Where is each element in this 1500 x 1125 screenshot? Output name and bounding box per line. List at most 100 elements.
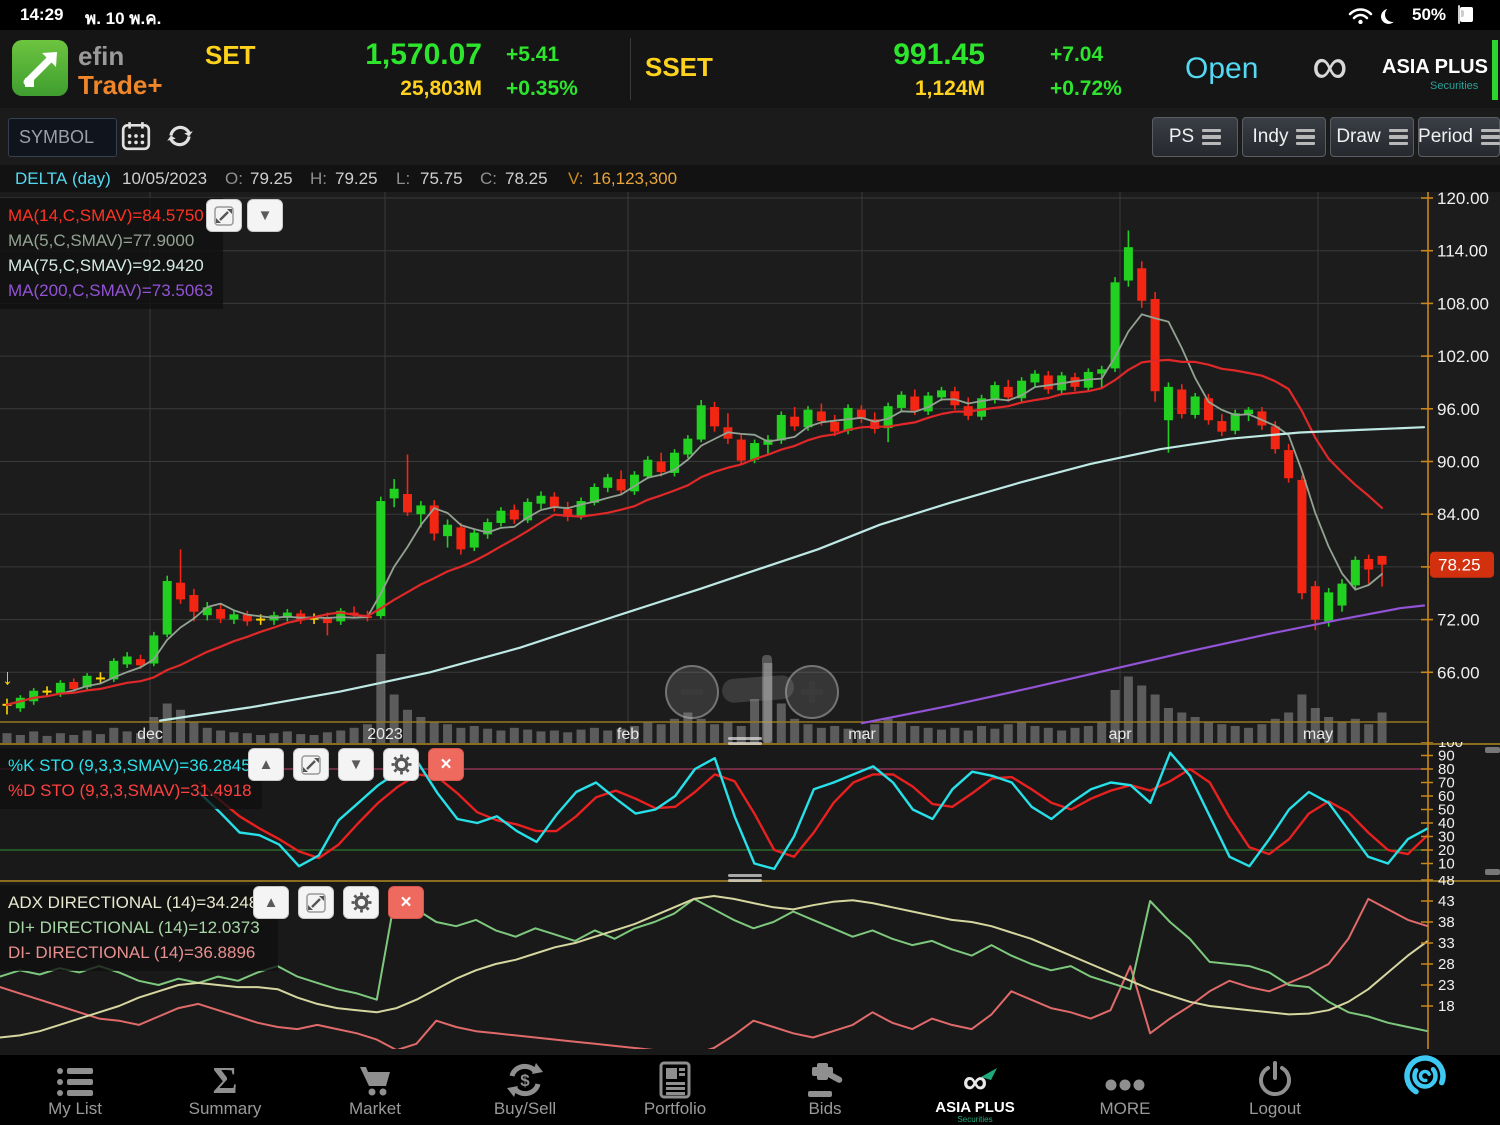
broker-name: ASIA PLUS: [1382, 56, 1488, 78]
nav-item-portfolio[interactable]: Portfolio: [600, 1055, 750, 1125]
sset-index-change: +7.04: [1050, 43, 1104, 66]
nav-item-logout[interactable]: Logout: [1200, 1055, 1350, 1125]
menu-icon: [1296, 126, 1316, 149]
app-name-line1: efin: [78, 41, 125, 71]
svg-text:120.00: 120.00: [1437, 192, 1489, 208]
set-index-change: +5.41: [506, 43, 560, 66]
nav-item-label: Buy/Sell: [493, 1099, 557, 1118]
zoom-slider[interactable]: [721, 674, 795, 704]
svg-text:114.00: 114.00: [1437, 242, 1488, 261]
low-label: L:: [396, 169, 411, 188]
nav-item-more[interactable]: MORE: [1050, 1055, 1200, 1125]
svg-text:feb: feb: [617, 726, 639, 743]
svg-text:102.00: 102.00: [1437, 347, 1489, 366]
period-button[interactable]: Period: [1418, 117, 1500, 157]
close-icon[interactable]: ×: [428, 748, 464, 781]
move-up-icon[interactable]: ▲: [253, 886, 289, 919]
move-down-icon[interactable]: ▼: [338, 748, 374, 781]
svg-text:66.00: 66.00: [1437, 663, 1480, 682]
open-value: 79.25: [250, 169, 293, 188]
di-plus-legend: DI+ DIRECTIONAL (14)=12.0373: [8, 918, 260, 937]
close-value: 78.25: [505, 169, 548, 188]
indy-button[interactable]: Indy: [1242, 117, 1326, 157]
svg-text:84.00: 84.00: [1437, 505, 1480, 524]
volume-value: 16,123,300: [592, 169, 678, 188]
main-chart[interactable]: 120.00 114.00 108.00 102.00 96.00 90.00 84.00 7…: [0, 192, 1500, 744]
panel-resize-handle[interactable]: [728, 872, 762, 884]
svg-text:48: 48: [1438, 876, 1455, 889]
svg-text:may: may: [1303, 726, 1333, 743]
draw-button[interactable]: Draw: [1330, 117, 1414, 157]
status-date: พ. 10 พ.ค.: [85, 9, 162, 28]
symbol-input[interactable]: SYMBOL: [8, 118, 117, 157]
svg-text:23: 23: [1438, 977, 1455, 994]
wifi-icon: [1348, 6, 1373, 24]
nav-item-label: Logout: [1249, 1099, 1301, 1118]
nav-item-label: Market: [349, 1099, 401, 1118]
header-status-bar: [1492, 40, 1498, 100]
efin-logo-icon: [12, 40, 68, 96]
set-index-label: SET: [205, 40, 256, 70]
svg-text:10: 10: [1438, 856, 1455, 873]
panel-resize-handle[interactable]: [728, 735, 762, 747]
menu-icon: [1202, 126, 1222, 149]
nav-item-asia-plus[interactable]: ∞ ASIA PLUS Securities: [900, 1055, 1050, 1125]
main-chart-panel[interactable]: 120.00 114.00 108.00 102.00 96.00 90.00 84.00 7…: [0, 192, 1500, 744]
di-minus-legend: DI- DIRECTIONAL (14)=36.8896: [8, 943, 256, 962]
symbol-name[interactable]: DELTA: [15, 169, 67, 189]
stochastic-k-legend: %K STO (9,3,3,SMAV)=36.2845: [8, 756, 251, 775]
nav-item-assistant[interactable]: [1350, 1055, 1500, 1125]
svg-text:$: $: [520, 1071, 530, 1090]
set-index-volume: 25,803M: [400, 77, 482, 100]
svg-text:dec: dec: [137, 726, 163, 743]
nav-item-label: Summary: [188, 1099, 262, 1118]
calendar-icon[interactable]: [120, 120, 152, 152]
nav-item-label: Portfolio: [643, 1099, 707, 1118]
buy-sell-icon: $: [450, 1055, 600, 1099]
collapse-down-icon[interactable]: ▼: [247, 199, 283, 232]
nav-item-market[interactable]: Market: [300, 1055, 450, 1125]
zoom-slider-handle[interactable]: [762, 655, 772, 743]
zoom-out-button[interactable]: [665, 665, 719, 719]
high-label: H:: [310, 169, 327, 188]
svg-text:28: 28: [1438, 956, 1455, 973]
expand-icon[interactable]: [293, 748, 329, 781]
assistant-icon: [1350, 1055, 1500, 1099]
expand-icon[interactable]: [206, 199, 242, 232]
zoom-in-button[interactable]: [785, 665, 839, 719]
low-value: 75.75: [420, 169, 463, 188]
svg-text:43: 43: [1438, 893, 1455, 910]
draw-button-label: Draw: [1336, 126, 1381, 147]
svg-text:apr: apr: [1108, 726, 1132, 743]
svg-text:90.00: 90.00: [1437, 452, 1480, 471]
refresh-icon[interactable]: [164, 120, 196, 152]
scroll-thumb[interactable]: [1485, 747, 1500, 753]
set-index-change-pct: +0.35%: [506, 77, 578, 100]
ps-button-label: PS: [1168, 126, 1195, 147]
ps-button[interactable]: PS: [1152, 117, 1238, 157]
bottom-navigation: My List Σ Summary Market $ Buy/Sell Portfolio B…: [0, 1055, 1500, 1125]
close-label: C:: [480, 169, 497, 188]
broker-sub: Securities: [1430, 80, 1479, 92]
summary-icon: Σ: [150, 1055, 300, 1099]
status-bar: 14:29 พ. 10 พ.ค. 50%: [0, 0, 1500, 30]
svg-text:72.00: 72.00: [1437, 611, 1480, 630]
sset-index-change-pct: +0.72%: [1050, 77, 1122, 100]
quote-date: 10/05/2023: [122, 169, 208, 188]
asia-plus-icon: ∞: [900, 1055, 1050, 1099]
settings-gear-icon[interactable]: [383, 748, 419, 781]
svg-text:2023: 2023: [367, 726, 403, 743]
market-status: Open: [1185, 52, 1259, 85]
period-button-label: Period: [1418, 126, 1473, 147]
open-label: O:: [225, 169, 243, 188]
app-header: efin Trade+ SET 1,570.07 +5.41 25,803M +…: [0, 30, 1500, 108]
settings-gear-icon[interactable]: [343, 886, 379, 919]
nav-item-summary[interactable]: Σ Summary: [150, 1055, 300, 1125]
move-up-icon[interactable]: ▲: [248, 748, 284, 781]
scroll-thumb[interactable]: [1485, 869, 1500, 875]
nav-item-my-list[interactable]: My List: [0, 1055, 150, 1125]
nav-item-buy-sell[interactable]: $ Buy/Sell: [450, 1055, 600, 1125]
close-icon[interactable]: ×: [388, 886, 424, 919]
expand-icon[interactable]: [298, 886, 334, 919]
nav-item-bids[interactable]: Bids: [750, 1055, 900, 1125]
